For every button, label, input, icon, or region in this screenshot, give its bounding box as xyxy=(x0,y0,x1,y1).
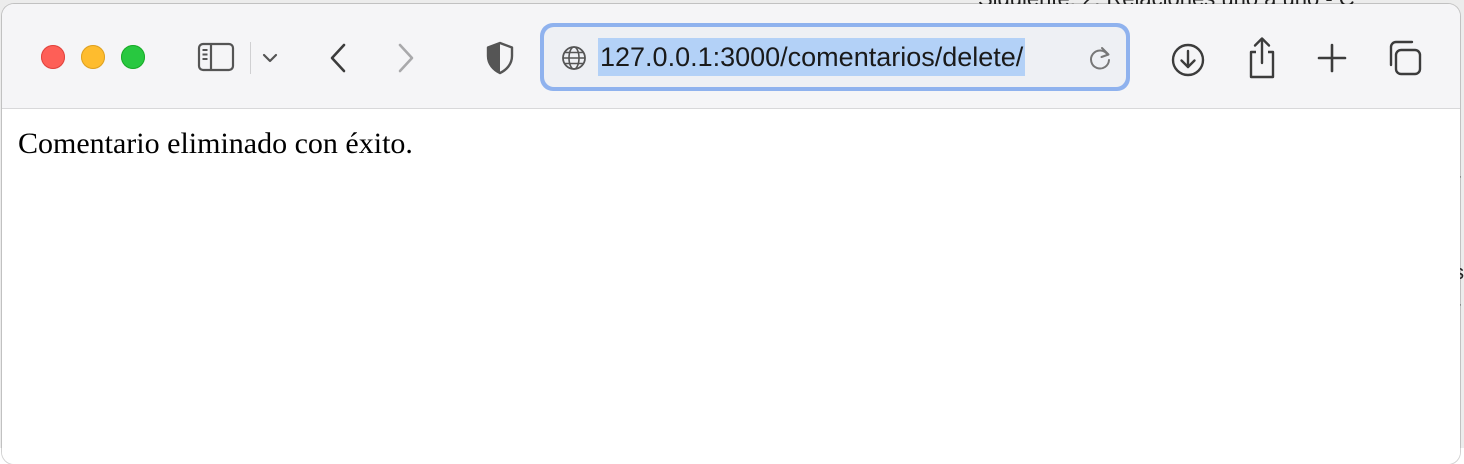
url-text[interactable]: 127.0.0.1:3000/comentarios/delete/ xyxy=(598,38,1026,76)
tabs-icon xyxy=(1385,39,1423,77)
downloads-button[interactable] xyxy=(1166,38,1210,82)
forward-button[interactable] xyxy=(386,38,426,78)
sidebar-menu-button[interactable] xyxy=(256,42,284,74)
toolbar-divider xyxy=(250,42,251,74)
chevron-down-icon xyxy=(262,53,278,63)
status-message: Comentario eliminado con éxito. xyxy=(18,127,413,160)
shield-icon xyxy=(485,41,515,75)
reload-icon[interactable] xyxy=(1086,45,1114,73)
tab-overview-button[interactable] xyxy=(1382,36,1426,80)
minimize-window-button[interactable] xyxy=(81,45,105,69)
share-icon xyxy=(1244,36,1280,80)
share-button[interactable] xyxy=(1240,34,1284,82)
zoom-window-button[interactable] xyxy=(121,45,145,69)
browser-toolbar: 127.0.0.1:3000/comentarios/delete/ xyxy=(2,4,1460,109)
back-button[interactable] xyxy=(318,38,358,78)
close-window-button[interactable] xyxy=(41,45,65,69)
chevron-left-icon xyxy=(328,42,348,74)
chevron-right-icon xyxy=(396,42,416,74)
address-field[interactable]: 127.0.0.1:3000/comentarios/delete/ xyxy=(544,27,1126,87)
plus-icon xyxy=(1316,42,1348,74)
sidebar-toggle-button[interactable] xyxy=(194,38,238,76)
new-tab-button[interactable] xyxy=(1312,38,1352,78)
sidebar-icon xyxy=(197,42,235,72)
page-content: Comentario eliminado con éxito. xyxy=(2,109,1460,464)
globe-icon xyxy=(560,44,588,72)
address-bar[interactable]: 127.0.0.1:3000/comentarios/delete/ xyxy=(540,23,1130,91)
download-icon xyxy=(1169,41,1207,79)
privacy-report-button[interactable] xyxy=(480,38,520,78)
browser-window: 127.0.0.1:3000/comentarios/delete/ Comen… xyxy=(2,4,1460,464)
